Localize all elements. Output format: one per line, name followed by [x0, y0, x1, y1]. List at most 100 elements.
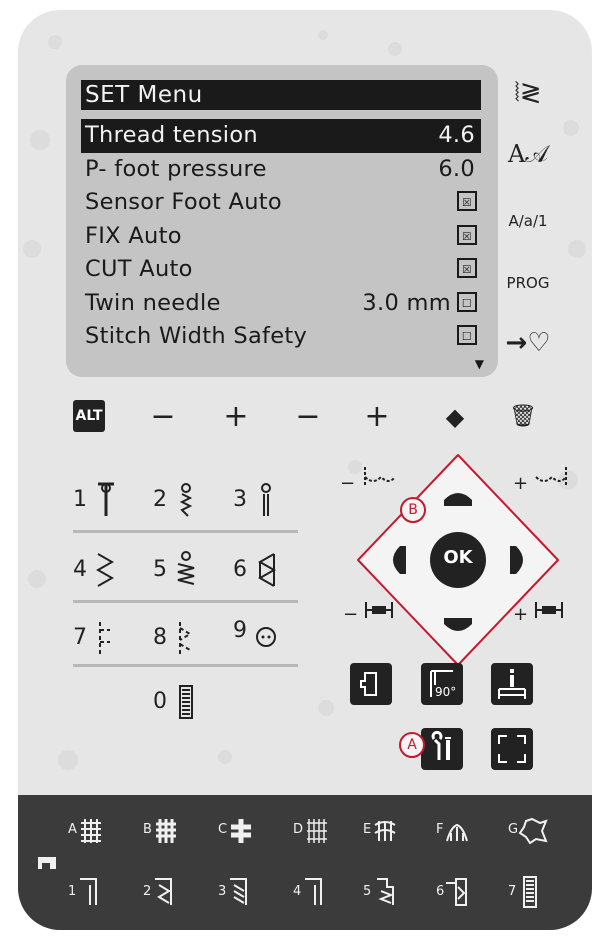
stitch-1[interactable]: 1 [73, 480, 118, 520]
bottom-presser-foot-strip: A B C D E F G 1 2 3 4 5 6 7 [18, 795, 592, 930]
delete-icon[interactable]: 🗑 [508, 402, 538, 438]
menu-item-presser-foot-pressure[interactable]: P- foot pressure 6.0 [81, 153, 481, 187]
single-stitch-button[interactable] [350, 663, 392, 705]
buttonhole-sew-on-icon [256, 627, 276, 647]
menu-item-twin-needle[interactable]: Twin needle 3.0 mm ☐ [81, 287, 481, 321]
needle-left-minus-icon[interactable]: − [340, 465, 397, 494]
info-icon [498, 669, 526, 699]
stitch-8[interactable]: 8 [153, 618, 198, 658]
length-minus-button[interactable]: − [293, 402, 323, 438]
foot-number: 3 [218, 884, 227, 899]
checkbox-unchecked[interactable]: ☐ [457, 291, 477, 312]
prog-button[interactable]: PROG [498, 274, 558, 292]
buttonhole-length-icon [534, 602, 563, 618]
scroll-down-icon[interactable]: ▼ [475, 357, 484, 371]
pivot-90-button[interactable]: 90° [421, 663, 463, 705]
fabric-heavy-woven-icon [155, 819, 176, 843]
foot-number: 7 [508, 884, 517, 899]
font-button[interactable]: A𝒜 [498, 140, 558, 168]
width-minus-button[interactable]: − [148, 402, 178, 438]
info-button[interactable] [491, 663, 533, 705]
divider [73, 600, 298, 603]
overcast-stitch-icon [257, 553, 277, 587]
elastic-blind-hem-icon [179, 622, 192, 654]
stitch-3[interactable]: 3 [233, 480, 278, 520]
foot-number: 1 [68, 884, 77, 899]
lcd-title: SET Menu [81, 80, 481, 110]
foot-number: 6 [436, 884, 445, 899]
menu-item-label: Sensor Foot Auto [85, 189, 282, 215]
stitch-6[interactable]: 6 [233, 550, 278, 590]
foot-5: 5 [363, 875, 399, 913]
presser-foot-zipper-icon [377, 878, 395, 905]
divider [73, 664, 298, 667]
minus-label: − [340, 473, 356, 494]
sewing-machine-icon [38, 857, 56, 869]
stitch-number: 4 [73, 557, 87, 582]
balance-plus-icon[interactable]: + [513, 600, 564, 625]
checkbox-checked[interactable]: ☒ [457, 191, 477, 211]
stitch-5[interactable]: 5 [153, 550, 198, 590]
presser-foot-straight-icon [80, 878, 98, 905]
stitch-7[interactable]: 7 [73, 618, 118, 658]
settings-button[interactable] [421, 728, 463, 770]
menu-item-cut-auto[interactable]: CUT Auto ☒ [81, 253, 481, 287]
stitch-number: 0 [153, 689, 167, 714]
checkbox-unchecked[interactable]: ☐ [457, 325, 477, 345]
foot-g: G [508, 817, 548, 849]
menu-item-fix-auto[interactable]: FIX Auto ☒ [81, 220, 481, 254]
presser-foot-overcast-icon [446, 878, 468, 906]
foot-letter: D [293, 822, 304, 837]
foot-3: 3 [218, 875, 254, 913]
foot-letter: G [508, 822, 519, 837]
ok-button[interactable]: OK [430, 547, 486, 568]
minus-label: − [343, 604, 359, 625]
leather-icon [518, 817, 548, 845]
foot-letter: F [436, 822, 444, 837]
stitch-number: 9 [233, 618, 247, 643]
menu-item-label: Stitch Width Safety [85, 323, 308, 349]
case-button[interactable]: A/a/1 [498, 212, 558, 230]
stitch-9[interactable]: 9 [233, 618, 278, 649]
foot-number: 2 [143, 884, 152, 899]
stitch-0[interactable]: 0 [153, 682, 198, 722]
width-plus-button[interactable]: + [221, 402, 251, 438]
balance-minus-icon[interactable]: − [343, 600, 394, 625]
fullscreen-button[interactable] [491, 728, 533, 770]
foot-a: A [68, 817, 105, 849]
mirror-icon[interactable]: ◆ [438, 402, 472, 438]
alt-button[interactable]: ALT [73, 400, 105, 432]
presser-foot-satin-icon [230, 878, 248, 905]
presser-foot-zigzag-icon [155, 878, 173, 905]
tools-icon [431, 730, 451, 760]
needle-right-plus-icon[interactable]: + [513, 465, 570, 494]
stitch-number: 7 [73, 625, 87, 650]
divider [73, 530, 298, 533]
menu-item-sensor-foot-auto[interactable]: Sensor Foot Auto ☒ [81, 186, 481, 220]
foot-f: F [436, 817, 471, 849]
stitch-number: 3 [233, 487, 247, 512]
length-plus-button[interactable]: + [362, 402, 392, 438]
stitch-4[interactable]: 4 [73, 550, 118, 590]
foot-letter: B [143, 822, 152, 837]
lcd-display: SET Menu Thread tension 4.6 P- foot pres… [66, 65, 498, 377]
checkbox-checked[interactable]: ☒ [457, 258, 477, 278]
blind-hem-stitch-icon [99, 622, 110, 654]
fabric-thick-icon [231, 819, 252, 843]
menu-item-stitch-width-safety[interactable]: Stitch Width Safety ☐ [81, 320, 481, 354]
straight-stitch-icon [98, 482, 114, 516]
plus-label: + [513, 604, 529, 625]
menu-item-value: 6.0 [438, 155, 475, 182]
three-step-zigzag-icon [177, 551, 195, 585]
stitch-number: 1 [73, 487, 87, 512]
favorite-button[interactable]: →♡ [498, 328, 558, 358]
foot-e: E [363, 817, 399, 849]
menu-item-label: Thread tension [85, 122, 258, 148]
plus-label: + [513, 473, 529, 494]
checkbox-checked[interactable]: ☒ [457, 224, 477, 245]
stitch-2[interactable]: 2 [153, 480, 198, 520]
buttonhole-icon [179, 685, 193, 719]
menu-item-thread-tension[interactable]: Thread tension 4.6 [81, 119, 481, 153]
tie-off-button[interactable]: ⦚≷ [498, 78, 558, 109]
stitch-number: 8 [153, 625, 167, 650]
